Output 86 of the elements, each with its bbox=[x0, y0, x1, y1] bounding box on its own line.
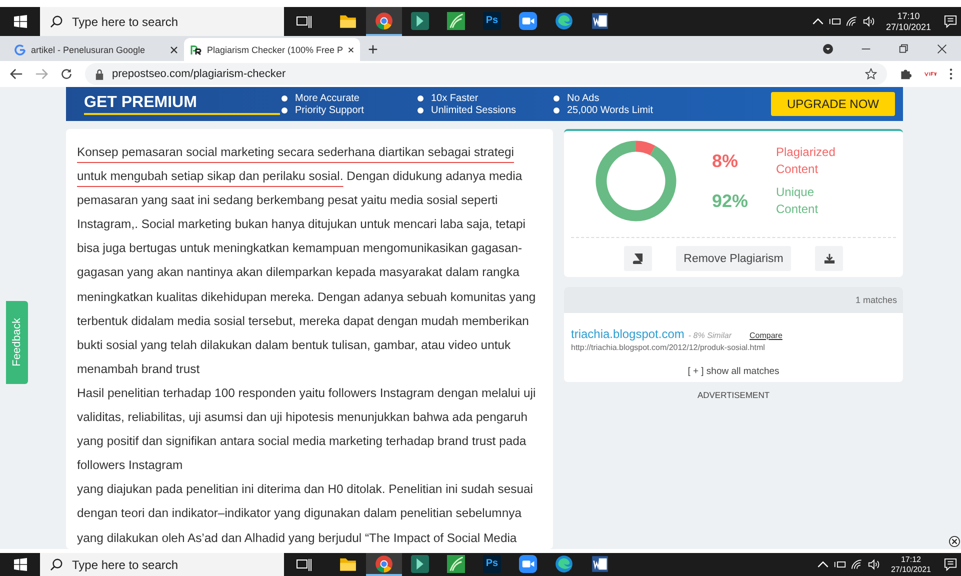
chevron-up-icon[interactable] bbox=[812, 16, 824, 27]
feature-text: More Accurate bbox=[295, 92, 360, 104]
source-url: http://triachia.blogspot.com/2012/12/produk-sosial.html bbox=[571, 343, 766, 352]
wave-logo-icon bbox=[555, 12, 573, 30]
percent-label: Plagiarized Content bbox=[776, 144, 836, 178]
document-paragraph: yang diajukan pada penelitian ini diterima dan H0 ditolak. Penelitian ini sudah sesuai dengan teori dan indikator–indikator yang digunakan dalam penelitian sebelumnya yang dilakukan oleh As’ad dan Alhadid yang berjudul “The Impact of Social Media bbox=[77, 481, 534, 546]
taskbar-search-field[interactable]: Type here to search bbox=[40, 7, 284, 36]
task-view-icon[interactable] bbox=[296, 558, 312, 572]
leaf-icon bbox=[447, 12, 465, 30]
keyboard-icon[interactable] bbox=[834, 559, 846, 570]
speaker-icon[interactable] bbox=[868, 559, 880, 570]
search-icon bbox=[50, 558, 63, 571]
lock-icon bbox=[95, 68, 104, 80]
browser-icon bbox=[375, 12, 393, 30]
chevron-up-icon[interactable] bbox=[816, 559, 829, 570]
app-icon bbox=[411, 12, 429, 30]
leaf-icon bbox=[447, 554, 465, 572]
reload-icon[interactable] bbox=[60, 68, 73, 80]
taskbar-search-field[interactable]: Type here to search bbox=[40, 553, 284, 576]
windows-logo-icon[interactable] bbox=[14, 15, 27, 28]
matches-count: 1 matches bbox=[855, 295, 897, 305]
close-icon[interactable] bbox=[949, 536, 960, 547]
wifi-icon[interactable] bbox=[846, 16, 858, 27]
browser-tab[interactable]: Plagiarism Checker (100% Free P bbox=[184, 38, 360, 61]
book-button[interactable] bbox=[624, 246, 652, 271]
browser-icon bbox=[375, 554, 393, 572]
back-arrow-icon[interactable] bbox=[10, 68, 23, 80]
bookmark-star-icon[interactable] bbox=[865, 68, 877, 80]
app-icon: Ps bbox=[483, 554, 501, 572]
tab-search-icon[interactable] bbox=[823, 44, 833, 54]
address-field[interactable]: prepostseo.com/plagiarism-checker bbox=[85, 63, 887, 85]
percent-label: Unique Content bbox=[776, 184, 820, 218]
feature-bullet-icon bbox=[552, 106, 561, 114]
taskbar-app[interactable]: Ps bbox=[474, 7, 510, 36]
browser-tab[interactable]: artikel - Penelusuran Google bbox=[8, 38, 184, 61]
taskbar-app[interactable] bbox=[366, 553, 402, 576]
document-icon bbox=[591, 12, 609, 30]
feature-bullet-icon bbox=[416, 106, 425, 114]
site-favicon-icon bbox=[190, 44, 202, 56]
feature-text: No Ads bbox=[567, 92, 600, 104]
show-all-matches-link[interactable]: [ + ] show all matches bbox=[564, 352, 903, 382]
clock[interactable]: 17:12 27/10/2021 bbox=[890, 554, 931, 574]
remove-plagiarism-button[interactable]: Remove Plagiarism bbox=[676, 246, 792, 271]
feature-text: Priority Support bbox=[295, 104, 364, 116]
similarity-text: - 8% Similar bbox=[688, 331, 732, 340]
feature-text: Unlimited Sessions bbox=[431, 104, 516, 116]
banner-title: GET PREMIUM bbox=[84, 94, 280, 114]
app-icon: Ps bbox=[483, 12, 501, 30]
compare-link[interactable]: Compare bbox=[750, 331, 782, 340]
document-icon bbox=[591, 554, 609, 572]
menu-icon[interactable] bbox=[949, 68, 953, 80]
close-icon[interactable] bbox=[170, 46, 178, 54]
google-favicon-icon bbox=[14, 44, 26, 56]
camera-icon bbox=[519, 12, 537, 30]
clock[interactable]: 17:10 27/10/2021 bbox=[886, 10, 931, 32]
notification-icon[interactable] bbox=[944, 15, 957, 28]
speaker-icon[interactable] bbox=[862, 16, 875, 27]
wave-logo-icon bbox=[555, 554, 573, 572]
download-icon bbox=[824, 253, 835, 264]
camera-icon bbox=[519, 554, 537, 572]
wifi-icon[interactable] bbox=[850, 559, 863, 570]
download-button[interactable] bbox=[815, 246, 844, 271]
app-icon bbox=[411, 554, 429, 572]
search-icon bbox=[50, 15, 63, 28]
feature-text: 25,000 Words Limit bbox=[567, 104, 653, 116]
notification-icon[interactable] bbox=[944, 558, 957, 571]
close-icon[interactable] bbox=[937, 44, 947, 54]
feature-bullet-icon bbox=[280, 106, 289, 114]
new-tab-button[interactable]: + bbox=[360, 38, 386, 61]
document-paragraph: Konsep pemasaran social marketing secara sederhana diartikan sebagai strategi untuk mengubah setiap sikap dan perilaku sosial. Dengan didukung adanya media pemasaran yang saat ini sedang berkembang pesat yaitu media sosial seperti Instagram,. Social marketing bukan hanya ditujukan untuk mencari laba saja, tetapi bisa juga bertugas untuk meningkatkan kemampuan mengomunikasikan gagasan-gagasan yang akan nantinya akan dilemparkan kepada masyarakat dalam rangka meningkatkan kualitas dikehidupan mereka. Dengan adanya sebuah komunitas yang terbentuk didalam media sosial tersebut, mereka dapat dengan mudah memberikan bukti sosial yang telah dilakukan dalam bentuk tulisan, gambar, atau video untuk menambah brand trust bbox=[77, 144, 537, 378]
close-icon[interactable] bbox=[348, 46, 354, 54]
feature-bullet-icon bbox=[280, 94, 289, 102]
keyboard-icon[interactable] bbox=[828, 16, 841, 27]
advertisement-label: ADVERTISEMENT bbox=[696, 390, 771, 400]
percent-value: 92% bbox=[712, 190, 750, 212]
restore-icon[interactable] bbox=[899, 44, 909, 54]
windows-logo-icon[interactable] bbox=[14, 558, 27, 571]
feature-bullet-icon bbox=[552, 94, 561, 102]
percent-value: 8% bbox=[712, 150, 740, 172]
puzzle-icon[interactable] bbox=[899, 68, 912, 80]
taskbar-app[interactable] bbox=[366, 7, 402, 36]
taskbar-app[interactable]: Ps bbox=[474, 553, 510, 576]
feature-text: 10x Faster bbox=[431, 92, 478, 104]
task-view-icon[interactable] bbox=[296, 14, 312, 28]
upgrade-button[interactable]: UPGRADE NOW bbox=[770, 92, 895, 116]
feature-bullet-icon bbox=[416, 94, 425, 102]
